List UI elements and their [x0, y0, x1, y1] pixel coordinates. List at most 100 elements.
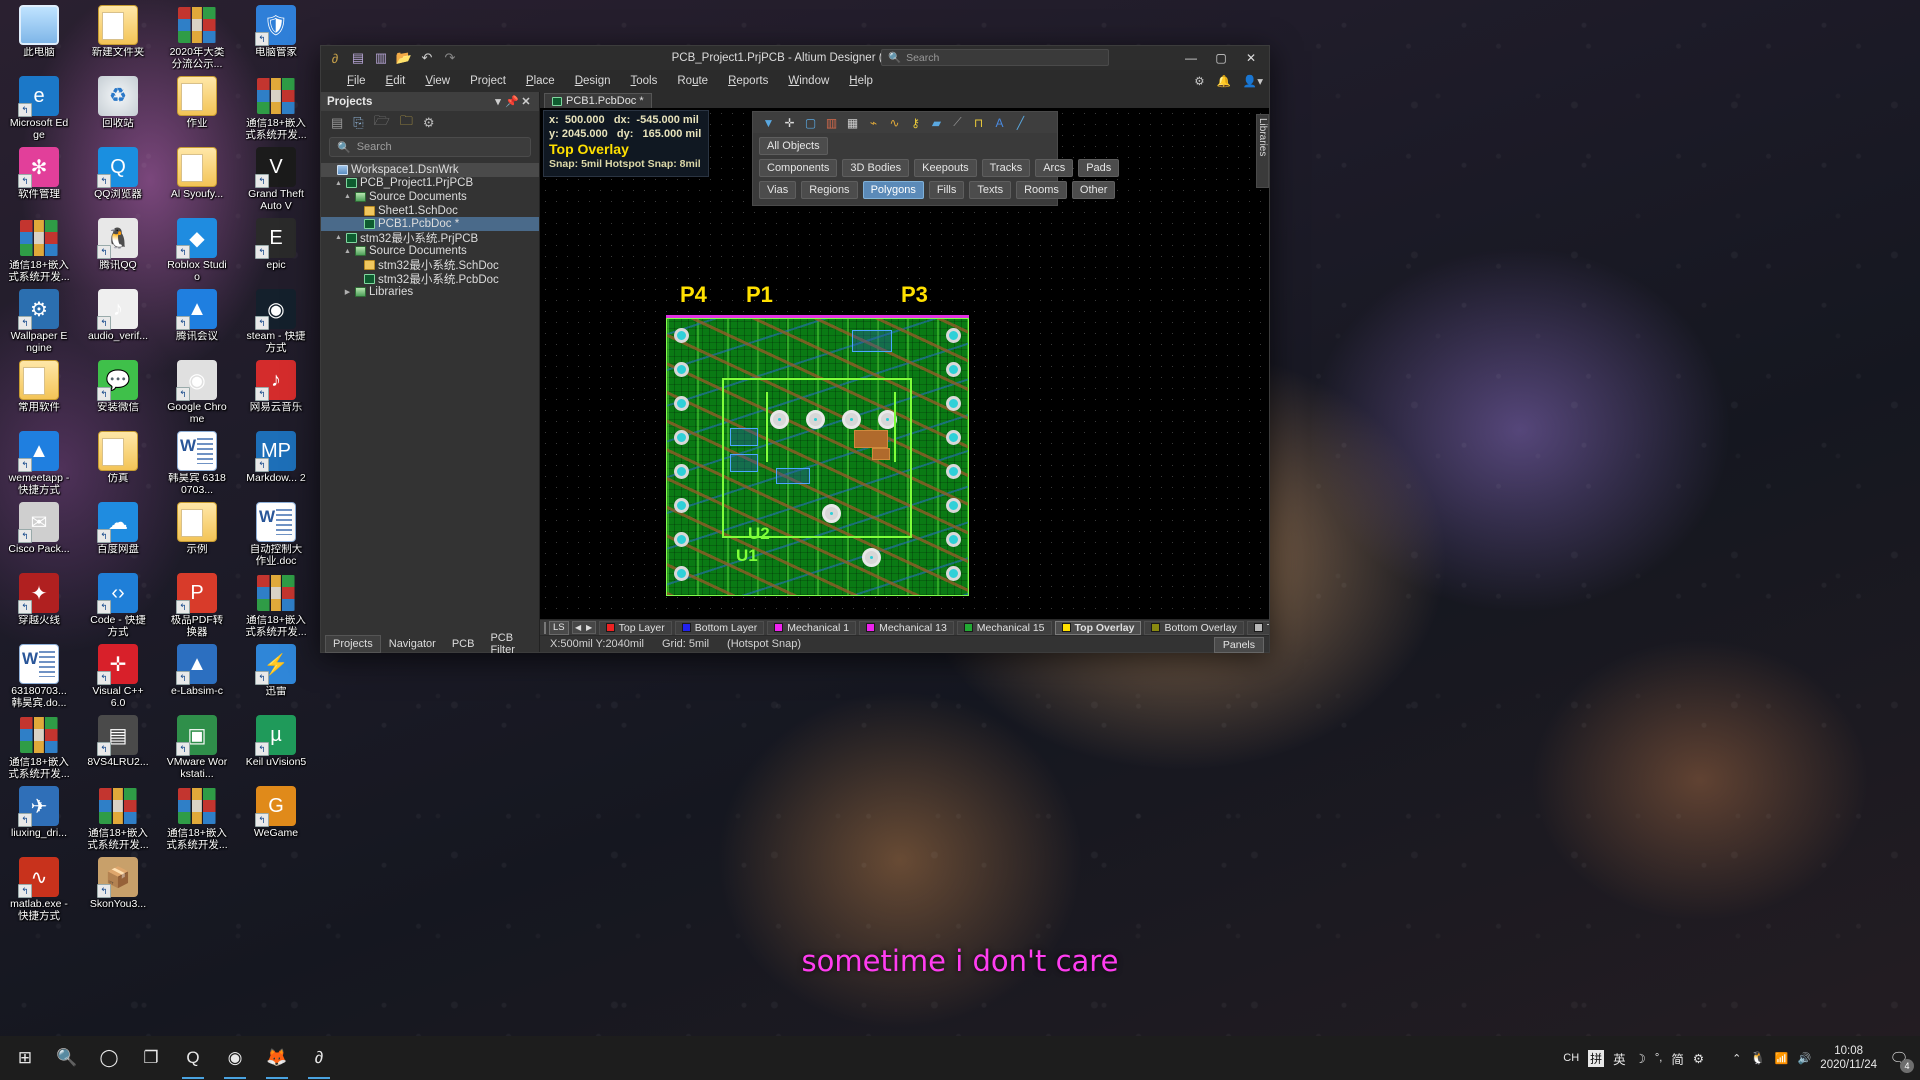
layer-tab-top-paste[interactable]: Top Paste [1246, 620, 1269, 635]
desktop-icon[interactable]: ∿matlab.exe - 快捷方式 [8, 854, 70, 924]
user-icon[interactable]: 👤▾ [1243, 74, 1263, 88]
filter-button-pads[interactable]: Pads [1078, 159, 1120, 177]
desktop-icon[interactable]: 此电脑 [8, 2, 70, 72]
desktop-icon[interactable]: 新建文件夹 [87, 2, 149, 72]
chevron-up-icon[interactable]: ⌃ [1732, 1052, 1741, 1065]
key-icon[interactable]: ⚷ [908, 115, 923, 130]
open-project-icon[interactable]: 🗁 [374, 112, 390, 134]
desktop-icon[interactable]: ◉steam - 快捷方式 [245, 286, 307, 356]
libraries-dock-tab[interactable]: Libraries [1256, 114, 1269, 188]
desktop-icon[interactable]: ▲腾讯会议 [166, 286, 228, 356]
desktop-icon[interactable]: ✈liuxing_dri... [8, 783, 70, 853]
desktop-icon[interactable]: ✦穿越火线 [8, 570, 70, 640]
desktop-icon[interactable]: 作业 [166, 73, 228, 143]
panel-tab-pcb[interactable]: PCB [444, 635, 483, 653]
clock[interactable]: 10:08 2020/11/24 [1820, 1044, 1877, 1072]
compile-icon[interactable]: ⎘ [353, 115, 363, 131]
settings-icon[interactable]: ⚙ [423, 115, 435, 131]
layer-tab-bottom-layer[interactable]: Bottom Layer [674, 620, 765, 635]
layer-tab-top-layer[interactable]: Top Layer [598, 620, 672, 635]
menu-item-tools[interactable]: Tools [621, 73, 668, 89]
dimension-icon[interactable]: ⟋ [950, 115, 965, 130]
crosshair-icon[interactable]: ✛ [782, 115, 797, 130]
filter-button-tracks[interactable]: Tracks [981, 159, 1031, 177]
chevron-down-icon[interactable]: ▲ [334, 180, 343, 187]
desktop-icon[interactable]: 2020年大类分流公示... [166, 2, 228, 72]
desktop-icon[interactable]: 📦SkonYou3... [87, 854, 149, 924]
bar-chart-icon[interactable]: ▥ [824, 115, 839, 130]
wegame-taskbar-icon[interactable]: ◉ [214, 1036, 256, 1080]
bell-icon[interactable]: 🔔 [1217, 74, 1231, 88]
ime-lang-indicator[interactable]: CH [1563, 1052, 1579, 1064]
tree-item[interactable]: ▲ stm32最小系统.PrjPCB [321, 231, 539, 245]
chevron-down-icon[interactable]: ▾ [491, 95, 505, 108]
filter-button-polygons[interactable]: Polygons [862, 181, 924, 199]
close-icon[interactable]: ✕ [519, 95, 533, 108]
measure-icon[interactable]: ⊓ [971, 115, 986, 130]
desktop-icon[interactable]: MPMarkdow... 2 [245, 428, 307, 498]
tree-item[interactable]: ▲ PCB_Project1.PrjPCB [321, 177, 539, 191]
desktop-icon[interactable]: 🐧腾讯QQ [87, 215, 149, 285]
cortana-button[interactable]: ◯ [88, 1036, 130, 1080]
desktop-icon[interactable]: eMicrosoft Edge [8, 73, 70, 143]
layer-tab-mechanical-1[interactable]: Mechanical 1 [767, 620, 857, 635]
ime-punctuation-icon[interactable]: °, [1655, 1052, 1662, 1064]
desktop-icon[interactable]: ‹›Code - 快捷方式 [87, 570, 149, 640]
ime-simplified-icon[interactable]: 简 [1671, 1049, 1684, 1068]
text-icon[interactable]: A [992, 115, 1007, 130]
desktop-icon[interactable]: 通信18+嵌入式系统开发... [8, 215, 70, 285]
panel-tab-navigator[interactable]: Navigator [381, 635, 444, 653]
layer-set-button[interactable]: LS [549, 620, 569, 635]
line-icon[interactable]: ╱ [1013, 115, 1028, 130]
ime-pinyin-icon[interactable]: 拼 [1588, 1049, 1605, 1067]
ime-mode-icon[interactable]: 英 [1613, 1049, 1626, 1068]
filter-button-keepouts[interactable]: Keepouts [914, 159, 977, 177]
altium-designer-window[interactable]: ∂ ▤ ▥ 📂 ↶ ↷ PCB_Project1.PrjPCB - Altium… [320, 45, 1270, 656]
active-layer-swatch[interactable] [544, 621, 546, 634]
desktop-icon[interactable]: VGrand Theft Auto V [245, 144, 307, 214]
tree-item[interactable]: Sheet1.SchDoc [321, 204, 539, 218]
desktop-icon[interactable]: ✛Visual C++ 6.0 [87, 641, 149, 711]
pin-icon[interactable]: 📌 [505, 95, 519, 108]
panel-tab-pcb-filter[interactable]: PCB Filter [482, 629, 539, 659]
volume-icon[interactable]: 🔊 [1798, 1052, 1812, 1065]
chevron-down-icon[interactable]: ▲ [343, 248, 352, 255]
desktop-icon[interactable]: ⚙Wallpaper Engine [8, 286, 70, 356]
qq-browser-taskbar-icon[interactable]: Q [172, 1036, 214, 1080]
tree-item[interactable]: ▲ Source Documents [321, 190, 539, 204]
filter-button-vias[interactable]: Vias [759, 181, 797, 199]
layer-tab-mechanical-13[interactable]: Mechanical 13 [859, 620, 954, 635]
desktop-icon[interactable]: 通信18+嵌入式系统开发... [87, 783, 149, 853]
menu-item-route[interactable]: Route [667, 73, 718, 89]
desktop-icon[interactable]: 💬安装微信 [87, 357, 149, 427]
desktop-icon[interactable]: ▤8VS4LRU2... [87, 712, 149, 782]
desktop-icon[interactable]: P极品PDF转换器 [166, 570, 228, 640]
menu-item-file[interactable]: File [337, 73, 376, 89]
wave-icon[interactable]: ∿ [887, 115, 902, 130]
desktop-icon[interactable]: ✻软件管理 [8, 144, 70, 214]
desktop-icon[interactable]: ◆Roblox Studio [166, 215, 228, 285]
filter-button-rooms[interactable]: Rooms [1016, 181, 1067, 199]
menu-item-window[interactable]: Window [778, 73, 839, 89]
tree-item[interactable]: Workspace1.DsnWrk [321, 163, 539, 177]
altium-logo-icon[interactable]: ∂ [327, 50, 343, 66]
menu-item-view[interactable]: View [415, 73, 460, 89]
chevron-down-icon[interactable]: ▲ [343, 193, 352, 200]
desktop-icon[interactable]: ▣VMware Workstati... [166, 712, 228, 782]
desktop-icon[interactable]: ☁百度网盘 [87, 499, 149, 569]
panel-tab-projects[interactable]: Projects [325, 634, 381, 653]
menu-item-design[interactable]: Design [565, 73, 621, 89]
save-icon[interactable]: ▤ [331, 115, 343, 131]
filter-button-all-objects[interactable]: All Objects [759, 137, 828, 155]
close-button[interactable]: ✕ [1237, 47, 1265, 69]
layer-tab-top-overlay[interactable]: Top Overlay [1054, 620, 1142, 635]
project-options-icon[interactable]: 🗀 [400, 112, 413, 134]
desktop-icon[interactable]: 示例 [166, 499, 228, 569]
desktop-icon[interactable]: 韩昊宾 63180703... [166, 428, 228, 498]
gear-icon[interactable]: ⚙ [1194, 74, 1204, 88]
desktop-icon[interactable]: 通信18+嵌入式系统开发... [245, 570, 307, 640]
filter-icon[interactable]: ▼ [761, 115, 776, 130]
desktop-icon[interactable]: 常用软件 [8, 357, 70, 427]
desktop-icon[interactable]: Eepic [245, 215, 307, 285]
redo-icon[interactable]: ↷ [442, 50, 458, 66]
